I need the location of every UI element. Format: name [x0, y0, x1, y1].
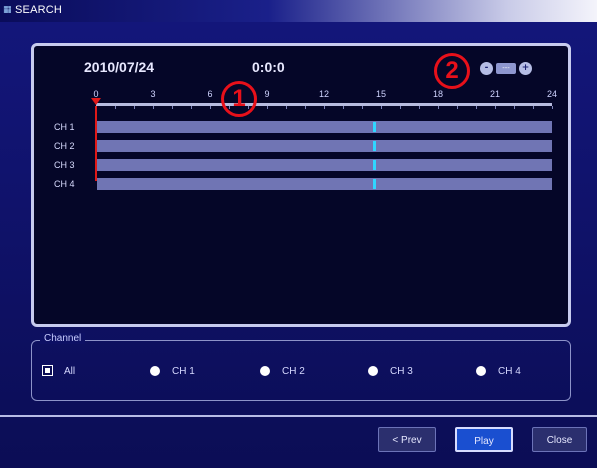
channel-row-2: CH 2 [34, 139, 574, 153]
all-checkbox[interactable] [42, 365, 53, 376]
window-titlebar: ▦ SEARCH [0, 0, 597, 22]
channel-label: CH 2 [54, 141, 75, 151]
date-label[interactable]: 2010/07/24 [84, 59, 154, 75]
channel-selection-group: Channel All CH 1 CH 2 CH 3 CH 4 [31, 333, 571, 401]
hour-label-15: 15 [375, 89, 387, 99]
ruler-tick [476, 106, 477, 109]
hour-label-24: 24 [546, 89, 558, 99]
zoom-controls: - --- + [480, 62, 532, 76]
channel-option-label: All [64, 366, 76, 377]
ch2-radio[interactable] [260, 366, 270, 376]
channel-label: CH 4 [54, 179, 75, 189]
window-title: SEARCH [15, 4, 63, 16]
channel-timeline-bar[interactable] [97, 178, 552, 190]
search-window-icon: ▦ [3, 5, 12, 15]
recording-marker [373, 179, 376, 189]
hour-label-21: 21 [489, 89, 501, 99]
ruler-tick [533, 106, 534, 109]
ruler-tick [115, 106, 116, 109]
hour-label-18: 18 [432, 89, 444, 99]
timeline-panel: 2010/07/24 0:0:0 - --- + 0 3 6 9 12 15 1… [31, 43, 571, 327]
channel-timeline-bar[interactable] [97, 159, 552, 171]
hour-label-3: 3 [150, 89, 156, 99]
callout-number-2: 2 [445, 57, 459, 84]
ch4-radio[interactable] [476, 366, 486, 376]
channel-label: CH 3 [54, 160, 75, 170]
hour-label-9: 9 [264, 89, 270, 99]
footer-separator [0, 415, 597, 417]
ch3-radio[interactable] [368, 366, 378, 376]
channel-label: CH 1 [54, 122, 75, 132]
channel-option-label: CH 3 [390, 366, 413, 377]
channel-row-3: CH 3 [34, 158, 574, 172]
ruler-tick [419, 106, 420, 109]
ruler-tick [552, 106, 553, 109]
ruler-tick [324, 106, 325, 109]
ruler-tick [153, 106, 154, 109]
callout-circle-1: 1 [221, 81, 257, 117]
ruler-tick [191, 106, 192, 109]
callout-circle-2: 2 [434, 53, 470, 89]
playback-cursor-marker[interactable] [91, 98, 101, 105]
hour-label-12: 12 [318, 89, 330, 99]
ruler-tick [514, 106, 515, 109]
ruler-tick [495, 106, 496, 109]
zoom-out-button[interactable]: - [480, 62, 493, 75]
ruler-tick [134, 106, 135, 109]
callout-number-1: 1 [232, 85, 246, 112]
ruler-tick [305, 106, 306, 109]
channel-row-4: CH 4 [34, 177, 574, 191]
ruler-tick [343, 106, 344, 109]
recording-marker [373, 160, 376, 170]
ruler-tick [362, 106, 363, 109]
channel-timeline-bar[interactable] [97, 121, 552, 133]
channel-timeline-bar[interactable] [97, 140, 552, 152]
close-button[interactable]: Close [532, 427, 587, 452]
ruler-tick [381, 106, 382, 109]
recording-marker [373, 122, 376, 132]
search-window: 2010/07/24 0:0:0 - --- + 0 3 6 9 12 15 1… [0, 22, 597, 468]
ruler-tick [267, 106, 268, 109]
channel-group-legend: Channel [40, 333, 86, 344]
zoom-level: --- [496, 63, 516, 74]
ruler-tick [172, 106, 173, 109]
channel-option-label: CH 1 [172, 366, 195, 377]
recording-marker [373, 141, 376, 151]
ruler-tick [457, 106, 458, 109]
zoom-in-button[interactable]: + [519, 62, 532, 75]
ch1-radio[interactable] [150, 366, 160, 376]
ruler-tick [438, 106, 439, 109]
playback-cursor-line [95, 106, 97, 181]
ruler-tick [210, 106, 211, 109]
time-label[interactable]: 0:0:0 [252, 59, 285, 75]
channel-option-label: CH 2 [282, 366, 305, 377]
ruler-tick [286, 106, 287, 109]
ruler-tick [400, 106, 401, 109]
prev-button[interactable]: < Prev [378, 427, 436, 452]
channel-row-1: CH 1 [34, 120, 574, 134]
hour-label-6: 6 [207, 89, 213, 99]
channel-option-label: CH 4 [498, 366, 521, 377]
play-button[interactable]: Play [455, 427, 513, 452]
